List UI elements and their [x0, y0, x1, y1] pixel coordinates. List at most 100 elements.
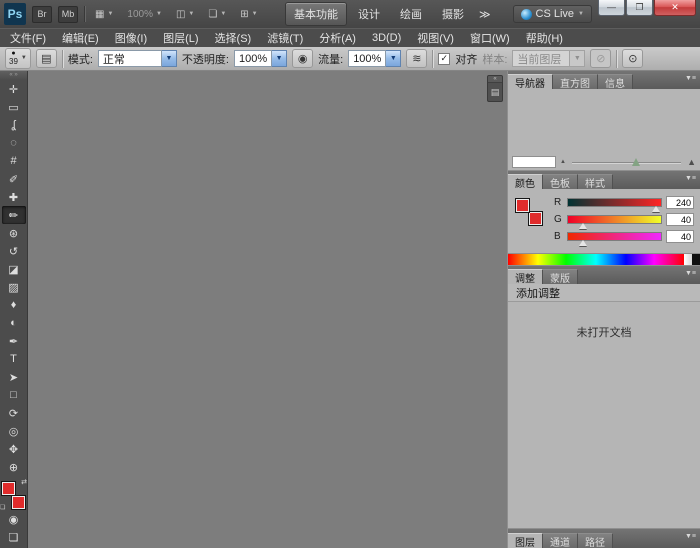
toolbar-grip[interactable]: « »: [0, 71, 27, 80]
tool-type[interactable]: T: [2, 350, 26, 368]
slider-thumb[interactable]: [652, 206, 660, 212]
panel-tab[interactable]: 信息: [598, 74, 633, 89]
screen-mode-button[interactable]: ❏: [2, 528, 26, 546]
workspace-button[interactable]: 摄影: [433, 2, 473, 26]
mode-select[interactable]: 正常 ▼: [98, 50, 177, 67]
tool-shape[interactable]: □: [2, 386, 26, 404]
tool-healing-brush[interactable]: ✚: [2, 188, 26, 206]
expand-dock-button[interactable]: «: [488, 76, 502, 83]
airbrush-button[interactable]: ≋: [406, 49, 427, 68]
menu-item[interactable]: 图层(L): [155, 27, 206, 49]
channel-value-field[interactable]: 40: [666, 230, 694, 243]
tool-dodge[interactable]: ◐: [2, 314, 26, 332]
panel-menu-icon[interactable]: ▼≡: [685, 175, 696, 182]
zoom-level-dropdown[interactable]: 100% ▼: [123, 7, 166, 22]
tool-path-selection[interactable]: ➤: [2, 368, 26, 386]
arrange-documents-button[interactable]: ⊞ ▼: [236, 7, 261, 22]
workspace-button[interactable]: 设计: [349, 2, 389, 26]
workspace-button[interactable]: 绘画: [391, 2, 431, 26]
channel-slider[interactable]: [567, 232, 662, 241]
screen-mode-dropdown[interactable]: ❏ ▼: [204, 7, 230, 22]
tool-hand[interactable]: ✥: [2, 440, 26, 458]
menu-item[interactable]: 文件(F): [2, 27, 54, 49]
quick-mask-button[interactable]: ◉: [2, 510, 26, 528]
menu-item[interactable]: 窗口(W): [462, 27, 518, 49]
tool-eyedropper[interactable]: ✐: [2, 170, 26, 188]
panel-tab[interactable]: 蒙版: [543, 269, 578, 284]
tool-rotate-3d[interactable]: ⟳: [2, 404, 26, 422]
chevron-down-icon[interactable]: ▼: [162, 50, 177, 67]
menu-item[interactable]: 帮助(H): [518, 27, 571, 49]
opacity-slider-button[interactable]: ▼: [272, 50, 287, 67]
align-checkbox[interactable]: ✓: [438, 53, 450, 65]
menu-item[interactable]: 选择(S): [207, 27, 260, 49]
opacity-value[interactable]: 100%: [234, 50, 272, 67]
brush-preset-picker[interactable]: ● 39 ▼: [5, 48, 31, 68]
tool-blur[interactable]: ♦: [2, 296, 26, 314]
slider-thumb[interactable]: [632, 158, 640, 166]
swap-colors-icon[interactable]: ⇄: [21, 478, 27, 486]
navigator-zoom-field[interactable]: [512, 156, 556, 168]
tool-lasso[interactable]: ʆ: [2, 116, 26, 134]
menu-item[interactable]: 视图(V): [409, 27, 462, 49]
tool-eraser[interactable]: ◪: [2, 260, 26, 278]
panel-tab[interactable]: 样式: [578, 174, 613, 189]
panel-tab[interactable]: 直方图: [553, 74, 598, 89]
tool-zoom[interactable]: ⊕: [2, 458, 26, 476]
panel-tab[interactable]: 色板: [543, 174, 578, 189]
background-color-swatch[interactable]: [11, 495, 26, 510]
navigator-zoom-slider[interactable]: [570, 156, 683, 168]
zoom-in-icon[interactable]: ▲: [687, 157, 696, 167]
tool-quick-selection[interactable]: ◌: [2, 134, 26, 152]
menu-item[interactable]: 分析(A): [311, 27, 364, 49]
color-spectrum-bar[interactable]: [508, 253, 700, 265]
slider-thumb[interactable]: [579, 240, 587, 246]
tool-crop[interactable]: #: [2, 152, 26, 170]
toggle-brush-panel-button[interactable]: ▤: [36, 49, 57, 68]
more-workspaces-button[interactable]: ≫: [475, 6, 495, 23]
tool-brush[interactable]: ✏: [2, 206, 26, 224]
tool-clone-stamp[interactable]: ⊛: [2, 224, 26, 242]
flow-input[interactable]: 100% ▼: [348, 50, 401, 67]
panel-tab[interactable]: 通道: [543, 533, 578, 548]
canvas-area[interactable]: [28, 71, 507, 548]
panel-menu-icon[interactable]: ▼≡: [685, 75, 696, 82]
foreground-color-swatch[interactable]: [515, 198, 530, 213]
zoom-out-icon[interactable]: ▲: [560, 159, 566, 165]
spectrum-black-swatch[interactable]: [692, 254, 700, 265]
background-color-swatch[interactable]: [528, 211, 543, 226]
channel-slider[interactable]: [567, 198, 662, 207]
spectrum-white-swatch[interactable]: [684, 254, 692, 265]
menu-item[interactable]: 图像(I): [107, 27, 155, 49]
workspace-button[interactable]: 基本功能: [285, 2, 347, 26]
view-extras-button[interactable]: ◫ ▼: [172, 7, 198, 22]
opacity-input[interactable]: 100% ▼: [234, 50, 287, 67]
tool-pen[interactable]: ✒: [2, 332, 26, 350]
menu-item[interactable]: 滤镜(T): [259, 27, 311, 49]
tool-history-brush[interactable]: ↺: [2, 242, 26, 260]
cs-live-button[interactable]: CS Live ▼: [513, 5, 592, 23]
panel-menu-icon[interactable]: ▼≡: [685, 533, 696, 540]
channel-slider[interactable]: [567, 215, 662, 224]
channel-value-field[interactable]: 40: [666, 213, 694, 226]
tablet-opacity-button[interactable]: ◉: [292, 49, 313, 68]
slider-thumb[interactable]: [579, 223, 587, 229]
default-colors-icon[interactable]: ❏: [0, 504, 5, 511]
menu-item[interactable]: 编辑(E): [54, 27, 107, 49]
tablet-size-button[interactable]: ⊙: [622, 49, 643, 68]
panel-tab[interactable]: 调整: [508, 269, 543, 284]
tool-marquee[interactable]: ▭: [2, 98, 26, 116]
panel-tab[interactable]: 颜色: [508, 174, 543, 189]
spectrum-gradient[interactable]: [508, 254, 684, 265]
panel-tab[interactable]: 路径: [578, 533, 613, 548]
flow-slider-button[interactable]: ▼: [386, 50, 401, 67]
close-button[interactable]: ✕: [654, 0, 696, 16]
panel-tab[interactable]: 图层: [508, 533, 543, 548]
tool-gradient[interactable]: ▨: [2, 278, 26, 296]
tool-camera-3d[interactable]: ◎: [2, 422, 26, 440]
restore-button[interactable]: ❐: [626, 0, 653, 16]
history-panel-icon[interactable]: ▤: [488, 83, 502, 101]
foreground-color-swatch[interactable]: [1, 481, 16, 496]
minimize-button[interactable]: —: [598, 0, 625, 16]
channel-value-field[interactable]: 240: [666, 196, 694, 209]
